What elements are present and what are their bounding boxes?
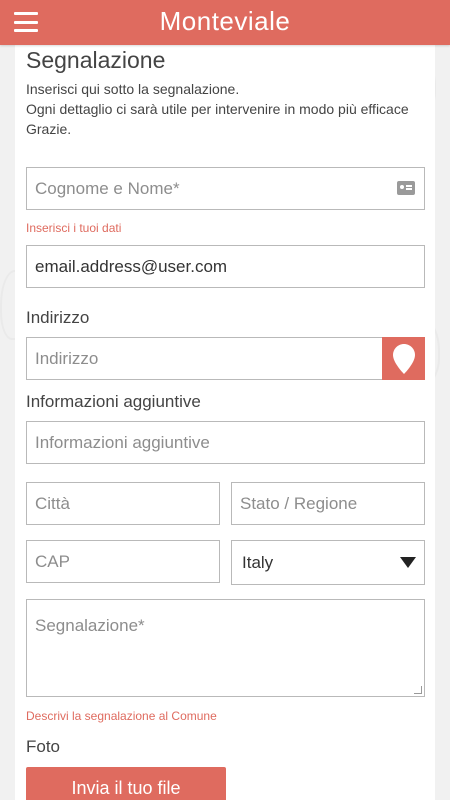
email-value: email.address@user.com — [35, 256, 228, 276]
id-card-icon — [397, 181, 415, 195]
country-value: Italy — [242, 552, 274, 572]
extra-info-label: Informazioni aggiuntive — [26, 392, 201, 411]
name-input[interactable]: Cognome e Nome* — [26, 167, 425, 210]
country-select[interactable]: Italy — [231, 540, 425, 585]
map-pin-icon — [392, 343, 415, 374]
app-title: Monteviale — [159, 6, 291, 36]
address-placeholder: Indirizzo — [35, 348, 99, 368]
city-placeholder: Città — [35, 493, 70, 513]
app-header: Monteviale — [0, 0, 450, 45]
region-placeholder: Stato / Regione — [240, 493, 358, 513]
report-placeholder: Segnalazione* — [35, 616, 145, 635]
region-input[interactable]: Stato / Regione — [231, 482, 425, 525]
photo-label: Foto — [26, 737, 61, 756]
intro-line-3: Grazie. — [26, 121, 72, 137]
form-panel: Segnalazione Inserisci qui sotto la segn… — [15, 45, 435, 800]
cap-placeholder: CAP — [35, 551, 70, 571]
dropdown-arrow-icon — [400, 557, 416, 568]
address-input[interactable]: Indirizzo — [26, 337, 383, 380]
page-title: Segnalazione — [26, 47, 166, 73]
intro-line-2: Ogni dettaglio ci sarà utile per interve… — [26, 101, 409, 117]
email-input[interactable]: email.address@user.com — [26, 245, 425, 288]
extra-info-placeholder: Informazioni aggiuntive — [35, 432, 210, 452]
city-input[interactable]: Città — [26, 482, 220, 525]
location-button[interactable] — [382, 337, 425, 380]
report-error: Descrivi la segnalazione al Comune — [26, 709, 217, 723]
name-placeholder: Cognome e Nome* — [35, 178, 180, 198]
intro-text: Inserisci qui sotto la segnalazione. Ogn… — [26, 79, 424, 139]
extra-info-input[interactable]: Informazioni aggiuntive — [26, 421, 425, 464]
resize-handle-icon[interactable] — [414, 686, 422, 694]
name-error: Inserisci i tuoi dati — [26, 221, 122, 235]
cap-input[interactable]: CAP — [26, 540, 220, 583]
address-label: Indirizzo — [26, 308, 90, 327]
upload-file-button[interactable]: Invia il tuo file — [26, 767, 226, 800]
intro-line-1: Inserisci qui sotto la segnalazione. — [26, 81, 240, 97]
report-textarea[interactable]: Segnalazione* — [26, 599, 425, 697]
